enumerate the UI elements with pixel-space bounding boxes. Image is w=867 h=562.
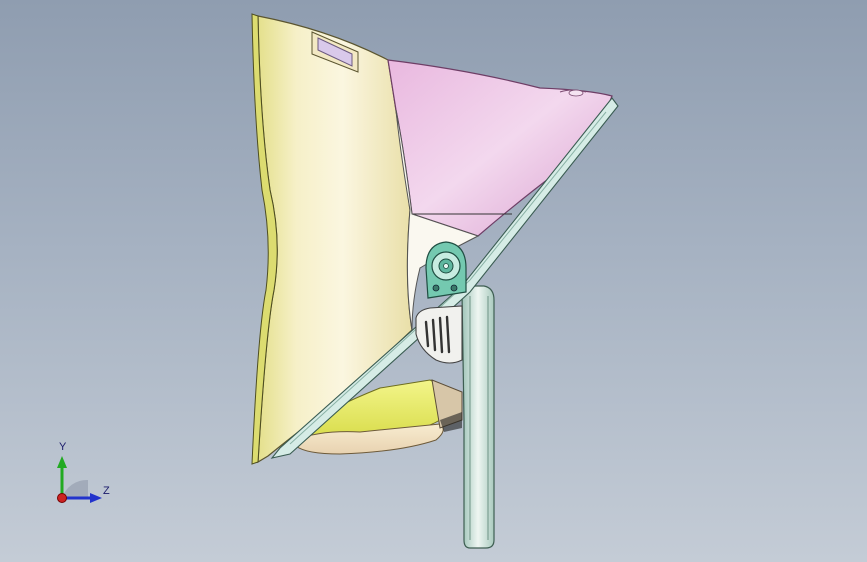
- x-axis-dot: [57, 493, 67, 503]
- z-axis-label: Z: [103, 485, 110, 497]
- stand-bracket[interactable]: [461, 285, 495, 549]
- hinge-knob[interactable]: [425, 241, 467, 299]
- y-axis-label: Y: [59, 441, 67, 453]
- y-axis-arrow: [57, 456, 67, 468]
- 3d-model-view[interactable]: [0, 0, 867, 562]
- vent-clip[interactable]: [415, 305, 463, 364]
- graphics-viewport[interactable]: Y Z: [0, 0, 867, 562]
- z-axis-arrow: [90, 493, 102, 503]
- axis-triad: Y Z: [48, 440, 118, 510]
